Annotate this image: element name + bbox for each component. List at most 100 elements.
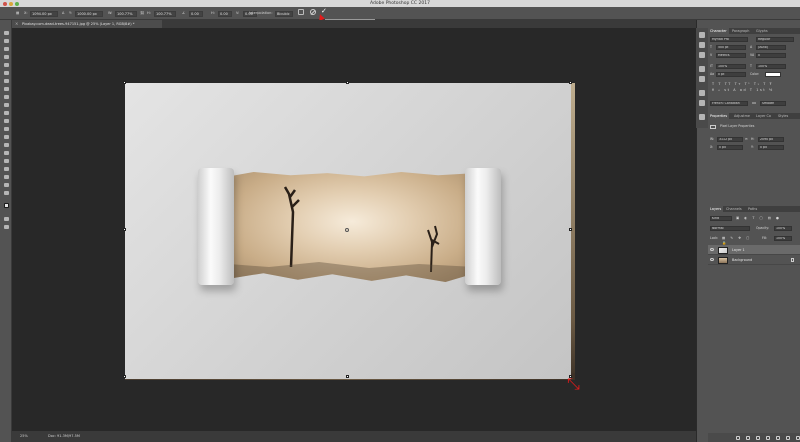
transform-handle-top-right[interactable] bbox=[569, 81, 572, 84]
layer-style-icon[interactable] bbox=[746, 435, 750, 440]
history-panel-icon[interactable] bbox=[699, 32, 705, 38]
color-panel-icon[interactable] bbox=[699, 42, 705, 48]
properties-height-field[interactable]: 2090 px bbox=[758, 137, 784, 142]
properties-width-field[interactable]: 3112 px bbox=[717, 137, 743, 142]
height-field[interactable]: 100.77% bbox=[154, 10, 176, 17]
document-tab[interactable]: × Pixabay.com-dead-trees-947151.jpg @ 25… bbox=[12, 20, 162, 28]
gradient-tool-icon[interactable] bbox=[3, 118, 9, 123]
swatches-panel-icon[interactable] bbox=[699, 52, 705, 58]
history-brush-tool-icon[interactable] bbox=[3, 102, 9, 107]
anti-alias-select[interactable]: Smooth bbox=[760, 101, 786, 106]
blend-mode-select[interactable]: Normal bbox=[710, 226, 750, 231]
play-icon[interactable] bbox=[699, 114, 705, 120]
tab-glyphs[interactable]: Glyphs bbox=[754, 28, 770, 34]
visibility-eye-icon[interactable] bbox=[710, 248, 714, 251]
hand-tool-icon[interactable] bbox=[3, 174, 9, 179]
adjustment-layer-icon[interactable] bbox=[766, 435, 770, 440]
add-mask-icon[interactable] bbox=[756, 435, 760, 440]
y-field[interactable]: 1000.00 px bbox=[75, 10, 103, 17]
tracking-field[interactable]: 0 bbox=[756, 53, 786, 58]
font-size-field[interactable]: 500 pt bbox=[716, 45, 746, 50]
crop-tool-icon[interactable] bbox=[3, 62, 9, 67]
layer-row-background[interactable]: Background bbox=[708, 255, 800, 265]
opentype-buttons[interactable]: ﬁ ℴ st A ad T 1st ½ bbox=[712, 88, 792, 93]
clone-stamp-tool-icon[interactable] bbox=[3, 94, 9, 99]
shape-tool-icon[interactable] bbox=[3, 166, 9, 171]
foreground-color-swatch[interactable] bbox=[3, 202, 11, 210]
pen-tool-icon[interactable] bbox=[3, 142, 9, 147]
link-icon[interactable]: ⛓ bbox=[140, 11, 144, 16]
transform-handle-bottom-left[interactable] bbox=[123, 375, 126, 378]
lasso-tool-icon[interactable] bbox=[3, 46, 9, 51]
transform-handle-top-left[interactable] bbox=[123, 81, 126, 84]
text-color-swatch[interactable] bbox=[765, 72, 781, 77]
relative-position-icon[interactable]: Δ bbox=[62, 11, 64, 16]
x-field[interactable]: 1094.00 px bbox=[30, 10, 58, 17]
tab-layer-comps[interactable]: Layer Co bbox=[754, 113, 773, 119]
quick-select-tool-icon[interactable] bbox=[3, 54, 9, 59]
tab-adjustments[interactable]: Adjustme bbox=[732, 113, 752, 119]
lock-icon[interactable] bbox=[791, 258, 794, 262]
warp-mode-icon[interactable] bbox=[298, 8, 304, 15]
new-group-icon[interactable] bbox=[776, 435, 780, 440]
transform-handle-right[interactable] bbox=[569, 228, 572, 231]
link-dimensions-icon[interactable]: ⊖ bbox=[745, 137, 748, 142]
eyedropper-tool-icon[interactable] bbox=[3, 70, 9, 75]
properties-x-field[interactable]: 0 px bbox=[717, 145, 743, 150]
transform-handle-top[interactable] bbox=[346, 81, 349, 84]
tab-paragraph[interactable]: Paragraph bbox=[730, 28, 751, 34]
visibility-eye-icon[interactable] bbox=[710, 258, 714, 261]
baseline-shift-field[interactable]: 0 pt bbox=[716, 72, 746, 77]
tab-layers[interactable]: Layers bbox=[708, 206, 724, 212]
layer-filter-icons[interactable]: ▣ ◐ T ▢ ▤ ● bbox=[736, 216, 786, 221]
layer-row-layer-1[interactable]: Layer 1 bbox=[708, 245, 800, 255]
libraries-panel-icon[interactable] bbox=[699, 66, 705, 72]
angle-field[interactable]: 0.00 bbox=[189, 10, 203, 17]
new-layer-icon[interactable] bbox=[786, 435, 790, 440]
dodge-tool-icon[interactable] bbox=[3, 134, 9, 139]
opacity-field[interactable]: 100% bbox=[774, 226, 792, 231]
leading-field[interactable]: (Auto) bbox=[756, 45, 786, 50]
eraser-tool-icon[interactable] bbox=[3, 110, 9, 115]
healing-brush-tool-icon[interactable] bbox=[3, 78, 9, 83]
delete-layer-icon[interactable] bbox=[796, 435, 800, 440]
vertical-scale-field[interactable]: 100% bbox=[716, 64, 746, 69]
interpolation-select[interactable]: Bicubic bbox=[275, 10, 293, 17]
transform-handle-left[interactable] bbox=[123, 228, 126, 231]
marquee-tool-icon[interactable] bbox=[3, 38, 9, 43]
type-tool-icon[interactable] bbox=[3, 150, 9, 155]
edit-toolbar-icon[interactable] bbox=[3, 190, 9, 195]
tab-properties[interactable]: Properties bbox=[708, 113, 730, 119]
blur-tool-icon[interactable] bbox=[3, 126, 9, 131]
horizontal-scale-field[interactable]: 100% bbox=[756, 64, 786, 69]
adjustments-panel-icon[interactable] bbox=[699, 76, 705, 82]
h-skew-field[interactable]: 0.00 bbox=[218, 10, 232, 17]
screen-mode-icon[interactable] bbox=[3, 224, 9, 229]
brush-tool-icon[interactable] bbox=[3, 86, 9, 91]
close-tab-icon[interactable]: × bbox=[15, 22, 18, 26]
tab-styles[interactable]: Styles bbox=[776, 113, 790, 119]
transform-handle-bottom[interactable] bbox=[346, 375, 349, 378]
font-family-select[interactable]: Myriad Pro bbox=[710, 37, 748, 42]
move-tool-icon[interactable] bbox=[3, 30, 9, 35]
zoom-level[interactable]: 25% bbox=[20, 431, 28, 442]
tab-character[interactable]: Character bbox=[708, 28, 729, 34]
type-style-buttons[interactable]: T T TT Tт T¹ T₁ T Ŧ bbox=[712, 82, 792, 87]
doc-info[interactable]: Doc: 91.3M/97.5M bbox=[48, 431, 80, 442]
tab-channels[interactable]: Channels bbox=[724, 206, 744, 212]
actions-panel-icon[interactable] bbox=[699, 90, 705, 96]
zoom-tool-icon[interactable] bbox=[3, 182, 9, 187]
font-style-select[interactable]: Regular bbox=[756, 37, 794, 42]
kerning-field[interactable]: Metrics bbox=[716, 53, 746, 58]
fill-field[interactable]: 100% bbox=[774, 236, 792, 241]
link-layers-icon[interactable] bbox=[736, 435, 740, 440]
width-field[interactable]: 100.77% bbox=[115, 10, 137, 17]
reference-point-icon[interactable]: ▦ bbox=[16, 11, 19, 16]
transform-center-point[interactable] bbox=[345, 228, 349, 232]
info-panel-icon[interactable] bbox=[699, 100, 705, 106]
tab-paths[interactable]: Paths bbox=[746, 206, 759, 212]
path-select-tool-icon[interactable] bbox=[3, 158, 9, 163]
layer-kind-filter[interactable]: Kind bbox=[710, 216, 732, 221]
lock-icons[interactable]: ▦ ✎ ✥ ▢ 🔒 bbox=[722, 236, 756, 245]
properties-y-field[interactable]: 0 px bbox=[758, 145, 784, 150]
